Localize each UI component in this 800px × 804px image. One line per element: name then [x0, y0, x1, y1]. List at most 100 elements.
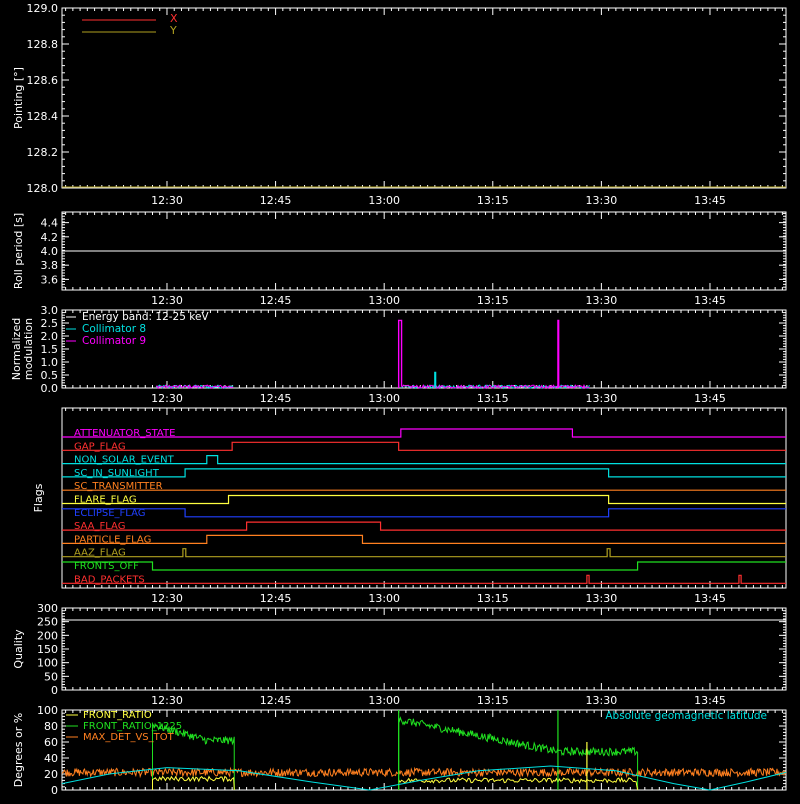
x-tick-label: 13:00	[368, 392, 400, 405]
x-tick-label: 12:30	[151, 694, 183, 707]
y-tick-label: 250	[37, 616, 58, 629]
y-tick-label: 128.2	[27, 146, 59, 159]
y-tick-label: 100	[37, 657, 58, 670]
y-axis-label: Roll period [s]	[12, 213, 25, 289]
annotation-label: Absolute geomagnetic latitude	[605, 710, 767, 722]
series-line-front-ratio-1225	[398, 716, 639, 791]
x-tick-label: 13:45	[694, 392, 726, 405]
y-tick-label: 200	[37, 629, 58, 642]
panel-pointing: 128.0 128.2 128.4 128.6 128.8 129.0 Pointing […	[12, 2, 787, 207]
x-tick-label: 13:45	[694, 194, 726, 207]
y-tick-label: 3.6	[41, 273, 59, 286]
data-spike	[557, 319, 560, 388]
x-tick-label: 13:00	[368, 294, 400, 307]
x-tick-label: 12:30	[151, 392, 183, 405]
legend-label: FRONT_RATIO	[83, 710, 152, 721]
y-tick-label: 2.0	[41, 330, 59, 343]
x-tick-label: 13:15	[477, 694, 509, 707]
x-tick-label: 13:15	[477, 294, 509, 307]
panel-flags: FlagsATTENUATOR_STATEGAP_FLAGNON_SOLAR_E…	[32, 407, 787, 605]
x-tick-label: 13:00	[368, 194, 400, 207]
x-tick-label: 13:30	[586, 392, 618, 405]
y-tick-label: 0.0	[41, 382, 59, 395]
legend-label: FRONT_RATIO_1225	[83, 721, 182, 732]
y-tick-label: 129.0	[27, 2, 59, 15]
flag-line	[62, 548, 786, 558]
panel-roll: 3.63.84.04.24.4 Roll period [s] 12:30 12:45…	[12, 211, 787, 307]
x-tick-label: 13:30	[586, 194, 618, 207]
y-tick-label: 4.4	[41, 217, 59, 230]
flag-line	[62, 534, 786, 545]
chart-figure: 128.0 128.2 128.4 128.6 128.8 129.0 Pointing […	[0, 0, 800, 800]
y-tick-label: 4.2	[41, 231, 59, 244]
legend-label: MAX_DET_VS_TOT	[83, 732, 175, 743]
y-tick-label: 128.4	[27, 110, 59, 123]
y-tick-label: 40	[44, 752, 58, 765]
y-tick-label: 3.0	[41, 304, 59, 317]
legend-label: Collimator 8	[82, 323, 146, 335]
x-tick-label: 13:45	[694, 592, 726, 605]
y-axis-label: Pointing [°]	[12, 67, 25, 129]
y-tick-label: 0.5	[41, 369, 59, 382]
data-spike	[434, 371, 437, 388]
x-tick-label: 12:45	[260, 694, 292, 707]
y-tick-label: 4.0	[41, 245, 59, 258]
y-axis-label: Degrees or %	[12, 713, 25, 787]
flag-line	[62, 441, 786, 451]
legend-label: Energy band: 12-25 keV	[82, 311, 209, 323]
y-tick-label: 128.6	[27, 74, 59, 87]
x-tick-label: 12:30	[151, 294, 183, 307]
x-tick-label: 12:45	[260, 194, 292, 207]
y-tick-label: 100	[37, 704, 58, 717]
flag-line	[62, 574, 786, 584]
x-tick-label: 13:15	[477, 592, 509, 605]
x-tick-label: 12:45	[260, 294, 292, 307]
x-tick-label: 12:30	[151, 194, 183, 207]
panel-quality: 050100150200250300 Quality 12:30 12:45 13:00…	[12, 602, 787, 707]
x-tick-label: 13:30	[586, 694, 618, 707]
flag-line	[62, 468, 786, 478]
y-tick-label: 20	[44, 768, 58, 781]
panel-modulation: 0.00.51.01.52.02.53.0Normalized modulatio…	[10, 304, 787, 405]
x-tick-label: 13:30	[586, 592, 618, 605]
y-tick-label: 3.8	[41, 259, 59, 272]
flag-line	[62, 561, 786, 571]
data-spike	[397, 319, 403, 388]
y-tick-label: 0	[51, 684, 58, 697]
x-tick-label: 13:00	[368, 592, 400, 605]
y-tick-label: 128.0	[27, 182, 59, 195]
y-tick-label: 1.5	[41, 343, 59, 356]
y-tick-label: 80	[44, 720, 58, 733]
y-axis-label: modulation	[22, 318, 35, 380]
x-tick-label: 12:45	[260, 392, 292, 405]
y-axis-label: Quality	[12, 629, 25, 669]
series-line-max-det	[61, 766, 787, 779]
y-tick-label: 50	[44, 670, 58, 683]
flag-label: FRONTS_OFF	[74, 561, 139, 572]
x-tick-label: 13:15	[477, 392, 509, 405]
flag-line	[62, 494, 786, 505]
legend-label: Collimator 9	[82, 335, 146, 347]
legend-label: Y	[169, 24, 177, 37]
x-tick-label: 13:30	[586, 294, 618, 307]
y-tick-label: 0	[51, 784, 58, 797]
y-tick-label: 300	[37, 602, 58, 615]
series-line-front-ratio	[152, 775, 235, 791]
y-tick-label: 2.5	[41, 317, 59, 330]
x-tick-label: 13:15	[477, 194, 509, 207]
x-tick-label: 13:45	[694, 694, 726, 707]
chart-canvas: 128.0 128.2 128.4 128.6 128.8 129.0 Pointing […	[10, 2, 787, 797]
x-tick-label: 12:45	[260, 592, 292, 605]
y-tick-label: 1.0	[41, 356, 59, 369]
y-tick-label: 60	[44, 736, 58, 749]
flag-line	[62, 521, 786, 531]
x-tick-label: 13:45	[694, 294, 726, 307]
y-axis-label: Flags	[32, 483, 45, 512]
flag-label: ECLIPSE_FLAG	[74, 508, 145, 519]
panel-ratio: 0 20 40 60 80 100 Degrees or % FRONT_RATIOFRONT…	[12, 704, 787, 797]
flag-line	[62, 508, 786, 518]
y-tick-label: 150	[37, 643, 58, 656]
x-tick-label: 13:00	[368, 694, 400, 707]
y-tick-label: 128.8	[27, 38, 59, 51]
x-tick-label: 12:30	[151, 592, 183, 605]
